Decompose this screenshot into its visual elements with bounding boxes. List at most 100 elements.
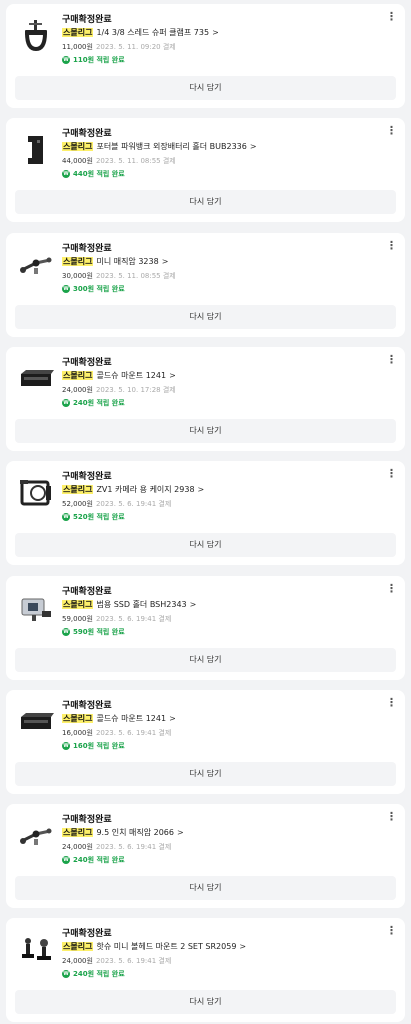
- order-card-7: 구매확정완료 ⋮ 스몰리그 콜드슈 마운트 1241 > 16,000원 2023. …: [6, 689, 405, 794]
- points-icon: W: [62, 513, 70, 522]
- order-status: 구매확정완료: [62, 700, 112, 711]
- order-status: 구매확정완료: [62, 815, 112, 826]
- points-icon: W: [62, 856, 70, 865]
- order-card-8: 구매확정완료 ⋮ 스몰리그 9.5 인치 매직암 2066 > 24,000원 202…: [6, 804, 405, 909]
- product-thumbnail[interactable]: [16, 130, 56, 170]
- product-link[interactable]: 스몰리그 포터블 파워뱅크 외장배터리 홀더 BUB2336 >: [62, 141, 387, 153]
- chevron-right-icon: >: [176, 828, 184, 838]
- points-text: 300원 적립 완료: [73, 284, 125, 293]
- points-text: 240원 적립 완료: [73, 970, 125, 979]
- product-price: 52,000원: [62, 500, 93, 509]
- points-line: W 240원 적립 완료: [62, 969, 125, 979]
- payment-date: 2023. 5. 10. 17:28 결제: [95, 385, 176, 394]
- product-link[interactable]: 스몰리그 범용 SSD 홀더 BSH2343 >: [62, 599, 387, 611]
- add-again-button[interactable]: 다시 담기: [15, 990, 396, 1015]
- magic-arm-icon: [20, 257, 52, 274]
- product-thumbnail[interactable]: [16, 930, 56, 970]
- price-line: 24,000원 2023. 5. 6. 19:41 결제: [62, 842, 171, 852]
- order-status: 구매확정완료: [62, 243, 112, 254]
- add-again-button[interactable]: 다시 담기: [15, 761, 396, 786]
- product-name: 포터블 파워뱅크 외장배터리 홀더 BUB2336: [96, 142, 247, 152]
- price-line: 52,000원 2023. 5. 6. 19:41 결제: [62, 499, 171, 509]
- product-thumbnail[interactable]: [16, 16, 56, 56]
- price-line: 16,000원 2023. 5. 6. 19:41 결제: [62, 728, 171, 738]
- product-price: 24,000원: [62, 957, 93, 966]
- points-line: W 160원 적립 완료: [62, 741, 125, 751]
- add-again-button[interactable]: 다시 담기: [15, 76, 396, 100]
- chevron-right-icon: >: [212, 28, 219, 37]
- more-menu-icon[interactable]: ⋮: [386, 925, 397, 936]
- add-again-button[interactable]: 다시 담기: [15, 190, 396, 215]
- brand-label: 스몰리그: [62, 142, 94, 152]
- product-name: 범용 SSD 홀더 BSH2343: [96, 599, 187, 609]
- order-card-9: 구매확정완료 ⋮ 스몰리그 핫슈 미니 볼헤드 마운트 2 SET SR2059 >…: [6, 918, 405, 1023]
- payment-date: 2023. 5. 11. 08:55 결제: [95, 271, 176, 280]
- more-menu-icon[interactable]: ⋮: [386, 240, 397, 251]
- product-link[interactable]: 스몰리그 9.5 인치 매직암 2066 >: [62, 827, 387, 839]
- chevron-right-icon: >: [249, 142, 257, 152]
- product-price: 24,000원: [62, 385, 93, 394]
- more-menu-icon[interactable]: ⋮: [386, 468, 397, 479]
- brand-label: 스몰리그: [62, 713, 94, 723]
- points-text: 240원 적립 완료: [73, 856, 125, 865]
- points-text: 240원 적립 완료: [73, 398, 125, 407]
- add-again-button[interactable]: 다시 담기: [15, 876, 396, 901]
- product-thumbnail[interactable]: [16, 816, 56, 856]
- price-line: 44,000원 2023. 5. 11. 08:55 결제: [62, 156, 176, 166]
- product-link[interactable]: 스몰리그 콜드슈 마운트 1241 >: [62, 370, 387, 382]
- more-menu-icon[interactable]: ⋮: [386, 354, 397, 365]
- add-again-button[interactable]: 다시 담기: [15, 647, 396, 672]
- product-thumbnail[interactable]: [16, 588, 56, 628]
- product-link[interactable]: 스몰리그 핫슈 미니 볼헤드 마운트 2 SET SR2059 >: [62, 941, 387, 953]
- order-card-2: 구매확정완료 ⋮ 스몰리그 포터블 파워뱅크 외장배터리 홀더 BUB2336 > …: [6, 118, 405, 223]
- product-name: 콜드슈 마운트 1241: [96, 370, 167, 380]
- product-thumbnail[interactable]: [16, 245, 56, 285]
- magic-arm-icon: [20, 828, 52, 846]
- order-card-1: 구매확정완료 ⋮ 스몰리그 1/4 3/8 스레드 슈퍼 클램프 735 > 11,…: [6, 4, 405, 108]
- product-link[interactable]: 스몰리그 1/4 3/8 스레드 슈퍼 클램프 735 >: [62, 27, 387, 39]
- product-link[interactable]: 스몰리그 콜드슈 마운트 1241 >: [62, 713, 387, 725]
- price-line: 59,000원 2023. 5. 6. 19:41 결제: [62, 614, 171, 624]
- chevron-right-icon: >: [161, 256, 169, 266]
- product-price: 59,000원: [62, 614, 93, 623]
- payment-date: 2023. 5. 6. 19:41 결제: [95, 843, 172, 852]
- brand-label: 스몰리그: [62, 942, 94, 952]
- brand-label: 스몰리그: [62, 599, 94, 609]
- order-status: 구매확정완료: [62, 472, 112, 483]
- add-again-button[interactable]: 다시 담기: [15, 533, 396, 558]
- order-card-6: 구매확정완료 ⋮ 스몰리그 범용 SSD 홀더 BSH2343 > 59,000원 2…: [6, 575, 405, 680]
- points-text: 110원 적립 완료: [73, 56, 125, 64]
- more-menu-icon[interactable]: ⋮: [386, 811, 397, 822]
- points-line: W 590원 적립 완료: [62, 627, 125, 637]
- price-line: 24,000원 2023. 5. 10. 17:28 결제: [62, 385, 176, 395]
- product-price: 24,000원: [62, 843, 93, 852]
- product-link[interactable]: 스몰리그 ZV1 카메라 용 케이지 2938 >: [62, 484, 387, 496]
- product-price: 44,000원: [62, 157, 93, 166]
- product-name: 미니 매직암 3238: [96, 256, 159, 266]
- product-price: 30,000원: [62, 271, 93, 280]
- chevron-right-icon: >: [169, 713, 176, 723]
- more-menu-icon[interactable]: ⋮: [386, 125, 397, 136]
- brand-label: 스몰리그: [62, 485, 94, 495]
- more-menu-icon[interactable]: ⋮: [386, 697, 397, 708]
- points-text: 520원 적립 완료: [73, 513, 125, 522]
- add-again-button[interactable]: 다시 담기: [15, 304, 396, 329]
- points-line: W 520원 적립 완료: [62, 512, 125, 522]
- add-again-button[interactable]: 다시 담기: [15, 418, 396, 443]
- order-card-5: 구매확정완료 ⋮ 스몰리그 ZV1 카메라 용 케이지 2938 > 52,000원…: [6, 461, 405, 566]
- product-link[interactable]: 스몰리그 미니 매직암 3238 >: [62, 256, 387, 268]
- product-thumbnail[interactable]: [16, 359, 56, 399]
- product-thumbnail[interactable]: [16, 702, 56, 742]
- battery-holder-icon: [28, 136, 43, 165]
- brand-label: 스몰리그: [62, 828, 94, 838]
- more-menu-icon[interactable]: ⋮: [386, 11, 397, 22]
- price-line: 30,000원 2023. 5. 11. 08:55 결제: [62, 271, 176, 281]
- points-line: W 240원 적립 완료: [62, 398, 125, 408]
- order-status: 구매확정완료: [62, 929, 112, 940]
- order-card-4: 구매확정완료 ⋮ 스몰리그 콜드슈 마운트 1241 > 24,000원 2023. …: [6, 346, 405, 451]
- points-icon: W: [62, 170, 70, 179]
- points-icon: W: [62, 970, 70, 979]
- points-text: 160원 적립 완료: [73, 741, 125, 750]
- product-thumbnail[interactable]: [16, 473, 56, 513]
- more-menu-icon[interactable]: ⋮: [386, 583, 397, 594]
